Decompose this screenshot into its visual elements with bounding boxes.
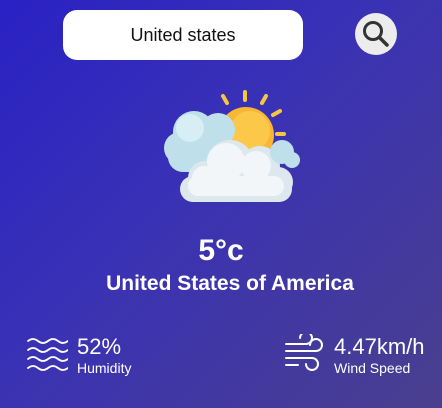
search-button[interactable] <box>355 13 397 55</box>
weather-card: 5°c United States of America 52% Humidit… <box>0 0 442 408</box>
partly-cloudy-icon <box>164 90 300 202</box>
humidity-value: 52% <box>77 334 122 359</box>
search-input[interactable] <box>63 10 303 60</box>
wind-speed-label: Wind Speed <box>334 360 411 376</box>
wind-icon <box>285 334 323 371</box>
search-icon <box>363 21 389 47</box>
humidity-waves-icon <box>27 338 68 371</box>
wind-speed-value: 4.47km/h <box>334 334 425 359</box>
humidity-label: Humidity <box>77 360 132 376</box>
city-name: United States of America <box>106 272 354 295</box>
temperature: 5°c <box>198 234 244 267</box>
